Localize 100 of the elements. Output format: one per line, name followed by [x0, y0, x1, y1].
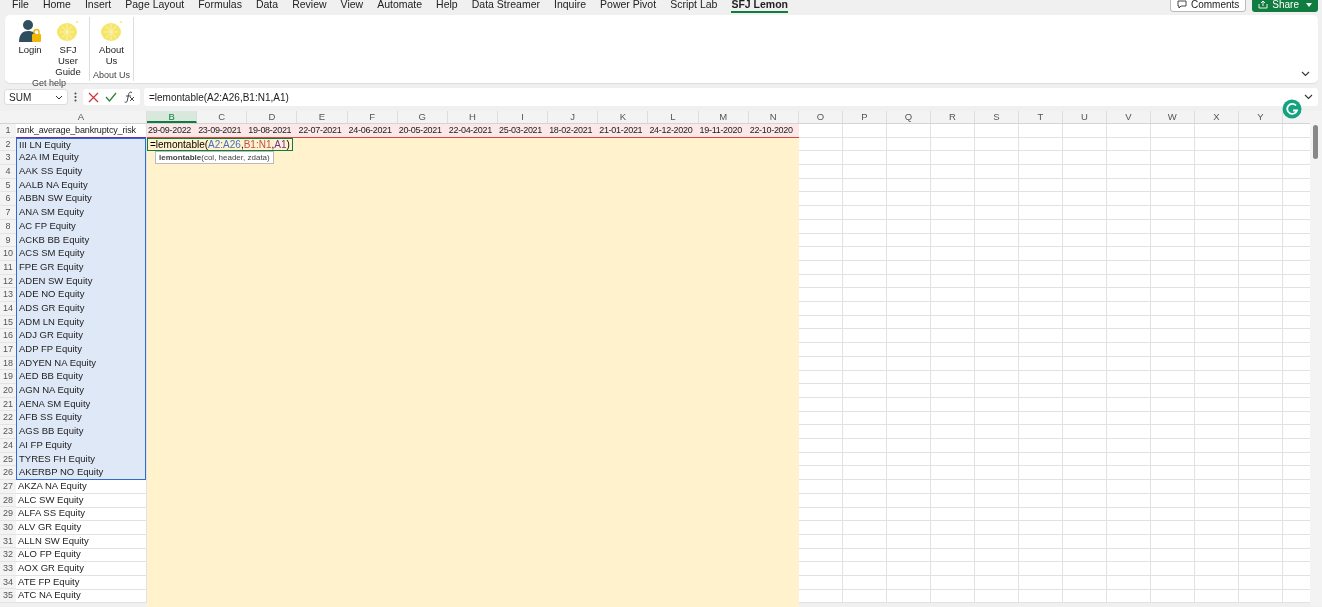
table-cell: ADJ GR Equity	[16, 329, 146, 343]
column-header[interactable]: Q	[886, 111, 931, 123]
share-button[interactable]: Share	[1252, 0, 1318, 12]
ribbon-button[interactable]: Login	[12, 17, 48, 78]
comments-button[interactable]: Comments	[1169, 0, 1247, 12]
column-header[interactable]: P	[842, 111, 887, 123]
column-header[interactable]: R	[930, 111, 975, 123]
column-header[interactable]: N	[748, 111, 799, 123]
ribbon-tab[interactable]: Script Lab	[670, 0, 718, 13]
ribbon-tab[interactable]: SFJ Lemon	[731, 0, 788, 13]
table-cell: ADP FP Equity	[16, 343, 146, 357]
ribbon-tab[interactable]: Home	[42, 0, 71, 13]
column-header[interactable]: V	[1106, 111, 1151, 123]
row-header[interactable]: 6	[0, 192, 16, 207]
row-header[interactable]: 13	[0, 288, 16, 302]
row-header[interactable]: 17	[0, 343, 16, 357]
column-header[interactable]: B	[147, 111, 198, 123]
row-header[interactable]: 20	[0, 384, 16, 398]
table-cell: AAK SS Equity	[16, 165, 146, 179]
table-cell: AFB SS Equity	[16, 411, 146, 426]
formula-field[interactable]: =lemontable(A2:A26,B1:N1,A1)	[144, 88, 1318, 106]
column-header[interactable]: Y	[1238, 111, 1283, 123]
more-icon[interactable]	[74, 92, 77, 102]
column-header[interactable]: T	[1018, 111, 1063, 123]
table-cell-text: ALV GR Equity	[17, 520, 83, 534]
row-header[interactable]: 23	[0, 425, 16, 439]
ribbon-button[interactable]: About Us	[93, 17, 130, 70]
table-cell: 29-09-2022	[147, 124, 198, 138]
table-cell-text: AOX GR Equity	[17, 562, 85, 575]
ribbon-tab[interactable]: Page Layout	[125, 0, 185, 13]
column-header[interactable]: X	[1194, 111, 1239, 123]
row-header[interactable]: 4	[0, 165, 16, 179]
column-header[interactable]: F	[347, 111, 398, 123]
table-cell-text: ATC NA Equity	[17, 589, 82, 603]
name-box[interactable]: SUM	[4, 89, 68, 105]
share-icon	[1258, 0, 1269, 9]
table-cell: 21-01-2021	[598, 124, 649, 138]
ribbon-tab[interactable]: Formulas	[198, 0, 242, 13]
row-header[interactable]: 3	[0, 151, 16, 166]
ribbon-button[interactable]: SFJ User Guide	[50, 17, 86, 78]
column-header[interactable]: U	[1062, 111, 1107, 123]
chevron-down-icon[interactable]	[1301, 71, 1310, 77]
check-icon[interactable]	[105, 92, 117, 102]
lemon-icon	[98, 18, 125, 44]
scrollbar-thumb[interactable]	[1313, 125, 1318, 159]
row-header[interactable]: 16	[0, 329, 16, 343]
table-cell: 24-06-2021	[347, 124, 398, 138]
caret-icon[interactable]	[1306, 2, 1312, 7]
ribbon-tab[interactable]: File	[12, 0, 29, 13]
column-header[interactable]: C	[197, 111, 248, 123]
chevron-down-icon[interactable]	[1304, 94, 1313, 100]
table-cell: ABBN SW Equity	[16, 192, 146, 207]
column-header[interactable]: W	[1150, 111, 1195, 123]
row-header[interactable]: 19	[0, 370, 16, 385]
table-cell: 24-12-2020	[648, 124, 699, 138]
column-header[interactable]: M	[698, 111, 749, 123]
column-header[interactable]: L	[648, 111, 699, 123]
table-cell: AKERBP NO Equity	[16, 466, 146, 480]
ribbon-tab[interactable]: Insert	[84, 0, 112, 13]
column-header[interactable]: J	[548, 111, 599, 123]
ribbon-tab[interactable]: Help	[436, 0, 458, 13]
column-header[interactable]: E	[297, 111, 348, 123]
table-cell: 23-09-2021	[197, 124, 248, 138]
ribbon-tab[interactable]: Power Pivot	[600, 0, 657, 13]
row-header[interactable]: 1	[0, 124, 16, 138]
table-cell: 22-04-2021	[447, 124, 498, 138]
function-icon[interactable]	[123, 91, 135, 103]
row-header[interactable]: 7	[0, 206, 16, 220]
table-cell-text: ATE FP Equity	[17, 575, 81, 589]
group-label: Get help	[32, 78, 66, 89]
comment-icon	[1176, 0, 1187, 9]
table-cell: 22-10-2020	[748, 124, 799, 138]
row-header[interactable]: 32	[0, 548, 16, 562]
column-header[interactable]: G	[397, 111, 448, 123]
row-header[interactable]: 22	[0, 411, 16, 426]
ribbon-tab[interactable]: Review	[292, 0, 327, 13]
table-cell: rank_average_bankruptcy_risk	[16, 124, 146, 138]
ribbon-tab[interactable]: View	[340, 0, 364, 13]
column-header[interactable]: K	[598, 111, 649, 123]
column-header[interactable]: H	[447, 111, 498, 123]
ribbon-tab[interactable]: Data Streamer	[471, 0, 540, 13]
row-header[interactable]: 35	[0, 589, 16, 604]
column-header[interactable]: S	[974, 111, 1019, 123]
row-header[interactable]: 29	[0, 507, 16, 521]
column-header[interactable]: D	[247, 111, 298, 123]
ribbon-tab[interactable]: Inquire	[554, 0, 587, 13]
ribbon-tab[interactable]: Automate	[377, 0, 423, 13]
column-header[interactable]: I	[498, 111, 549, 123]
table-cell: A2A IM Equity	[16, 151, 146, 166]
table-cell: AGS BB Equity	[16, 425, 146, 439]
chevron-down-icon[interactable]	[55, 94, 63, 100]
ribbon-tab[interactable]: Data	[255, 0, 279, 13]
table-cell: 20-05-2021	[397, 124, 448, 138]
user-lock-icon	[17, 18, 43, 44]
row-header[interactable]: 33	[0, 562, 16, 576]
column-header[interactable]: O	[798, 111, 843, 123]
row-header[interactable]: 26	[0, 466, 16, 480]
cancel-icon[interactable]	[88, 91, 99, 103]
table-cell: ADE NO Equity	[16, 288, 146, 302]
row-header[interactable]: 10	[0, 247, 16, 261]
